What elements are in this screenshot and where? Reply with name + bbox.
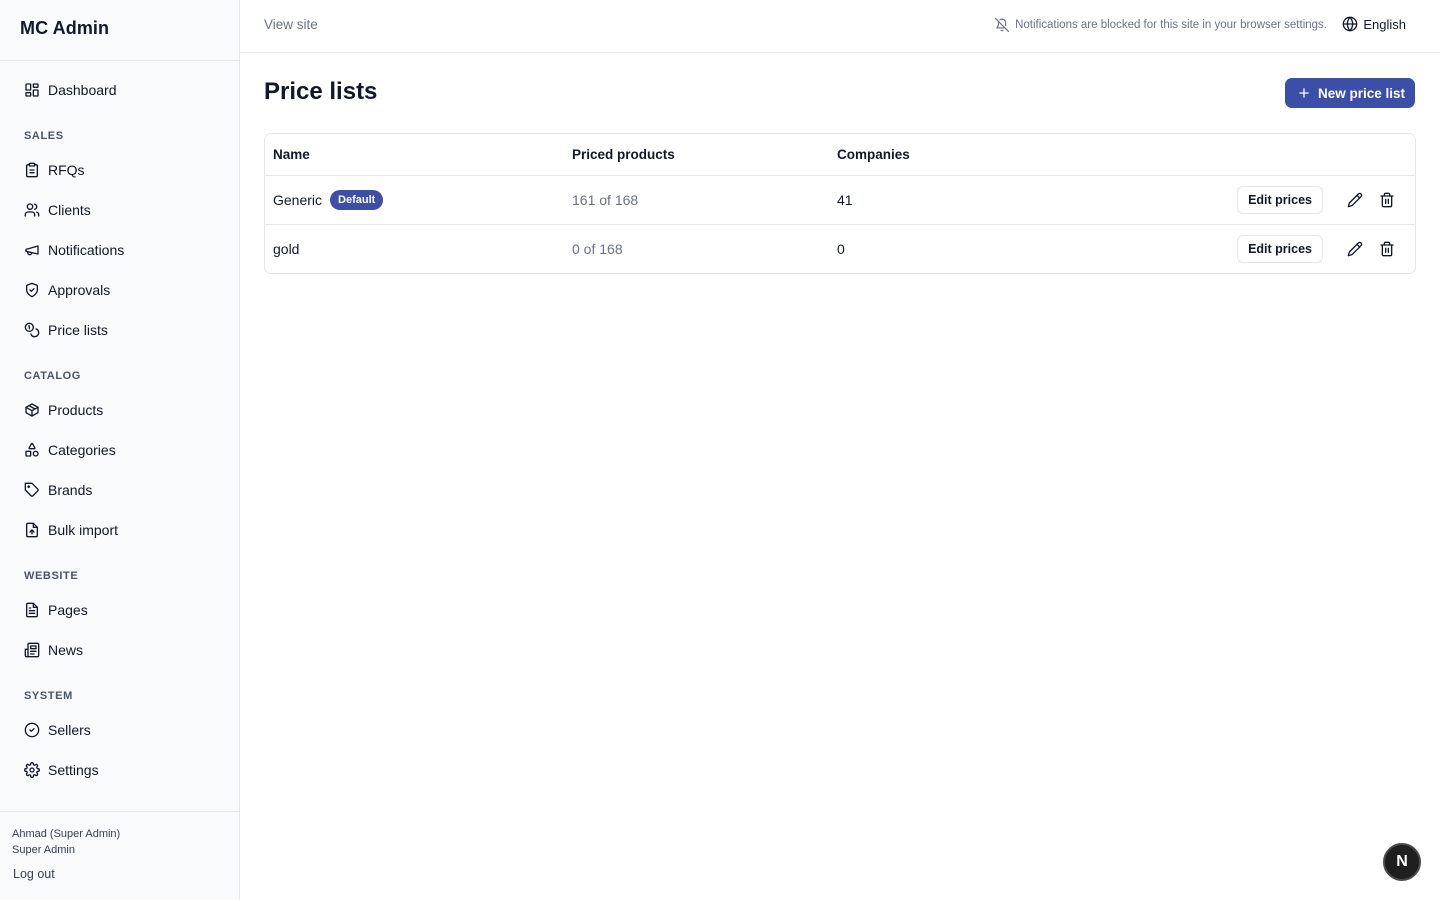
new-price-list-button[interactable]: New price list <box>1284 78 1415 108</box>
row-actions: Edit prices <box>1237 225 1399 273</box>
language-label: English <box>1363 16 1406 32</box>
new-price-list-label: New price list <box>1317 85 1405 101</box>
package-icon <box>24 402 40 418</box>
sidebar-item-settings[interactable]: Settings <box>12 754 227 786</box>
language-selector[interactable]: English <box>1342 16 1406 32</box>
shield-check-icon <box>24 282 40 298</box>
gear-icon <box>24 762 40 778</box>
sidebar-item-sellers[interactable]: Sellers <box>12 714 227 746</box>
sidebar-item-label: Notifications <box>48 242 125 258</box>
price-list-name-cell: Generic Default <box>273 176 384 224</box>
trash-icon[interactable] <box>1375 237 1399 261</box>
sidebar-item-rfqs[interactable]: RFQs <box>12 154 227 186</box>
logout-button[interactable]: Log out <box>12 867 55 881</box>
sidebar-item-clients[interactable]: Clients <box>12 194 227 226</box>
shapes-icon <box>24 442 40 458</box>
user-role: Super Admin <box>12 844 75 856</box>
sidebar-item-label: Price lists <box>48 322 108 338</box>
sidebar-item-label: News <box>48 642 84 658</box>
sidebar-item-label: RFQs <box>48 162 85 178</box>
notification-blocked-message: Notifications are blocked for this site … <box>995 18 1327 32</box>
default-badge: Default <box>330 190 384 210</box>
column-header-name: Name <box>273 147 310 162</box>
sidebar-item-label: Categories <box>48 442 116 458</box>
view-site-link[interactable]: View site <box>264 17 318 32</box>
section-label-system: SYSTEM <box>24 690 73 702</box>
priced-products-cell: 0 of 168 <box>572 241 623 257</box>
newspaper-icon <box>24 642 40 658</box>
sidebar-item-dashboard[interactable]: Dashboard <box>12 74 227 106</box>
column-header-companies: Companies <box>837 147 910 162</box>
sidebar-item-label: Approvals <box>48 282 111 298</box>
sidebar-item-notifications[interactable]: Notifications <box>12 234 227 266</box>
file-upload-icon <box>24 522 40 538</box>
section-label-sales: SALES <box>24 130 64 142</box>
section-label-catalog: CATALOG <box>24 370 81 382</box>
sidebar-item-bulk-import[interactable]: Bulk import <box>12 514 227 546</box>
table-row: gold 0 of 168 0 Edit prices <box>265 224 1415 273</box>
price-list-name: gold <box>273 241 300 257</box>
sidebar-item-price-lists[interactable]: Price lists <box>12 314 227 346</box>
sidebar-item-approvals[interactable]: Approvals <box>12 274 227 306</box>
page-title: Price lists <box>264 78 378 105</box>
sidebar-item-label: Clients <box>48 202 91 218</box>
edit-prices-button[interactable]: Edit prices <box>1237 186 1323 214</box>
row-actions: Edit prices <box>1237 176 1399 224</box>
sidebar-item-label: Bulk import <box>48 522 119 538</box>
sidebar: MC Admin Dashboard SALES RFQs Clients No… <box>0 0 240 900</box>
file-text-icon <box>24 602 40 618</box>
topbar: View site Notifications are blocked for … <box>240 0 1440 53</box>
companies-cell: 0 <box>837 241 845 257</box>
pencil-icon[interactable] <box>1343 237 1367 261</box>
price-list-name-cell: gold <box>273 225 299 273</box>
table-row: Generic Default 161 of 168 41 Edit price… <box>265 175 1415 224</box>
pencil-icon[interactable] <box>1343 188 1367 212</box>
sidebar-item-pages[interactable]: Pages <box>12 594 227 626</box>
price-lists-table: Name Priced products Companies Generic D… <box>264 133 1416 274</box>
nextjs-dev-indicator-button[interactable]: N <box>1383 843 1421 881</box>
bell-off-icon <box>995 18 1010 32</box>
price-list-name: Generic <box>273 192 323 208</box>
badge-check-icon <box>24 722 40 738</box>
trash-icon[interactable] <box>1375 188 1399 212</box>
sidebar-item-news[interactable]: News <box>12 634 227 666</box>
globe-icon <box>1343 16 1358 32</box>
column-header-priced-products: Priced products <box>572 147 675 162</box>
users-icon <box>24 202 40 218</box>
sidebar-item-label: Products <box>48 402 104 418</box>
sidebar-item-products[interactable]: Products <box>12 394 227 426</box>
user-name: Ahmad (Super Admin) <box>12 828 121 840</box>
section-label-website: WEBSITE <box>24 570 79 582</box>
sidebar-item-label: Brands <box>48 482 93 498</box>
dashboard-icon <box>24 82 40 98</box>
sidebar-item-label: Sellers <box>48 722 91 738</box>
priced-products-cell: 161 of 168 <box>572 192 639 208</box>
table-header: Name Priced products Companies <box>265 134 1415 175</box>
plus-icon <box>1299 88 1309 98</box>
companies-cell: 41 <box>837 192 853 208</box>
sidebar-item-label: Dashboard <box>48 82 117 98</box>
tag-icon <box>24 482 40 498</box>
sidebar-footer: Ahmad (Super Admin) Super Admin Log out <box>0 811 239 900</box>
clipboard-icon <box>24 162 40 178</box>
megaphone-icon <box>24 242 40 258</box>
brand-title: MC Admin <box>0 0 239 61</box>
edit-prices-button[interactable]: Edit prices <box>1237 235 1323 263</box>
coins-icon <box>24 322 40 338</box>
sidebar-item-label: Settings <box>48 762 99 778</box>
sidebar-item-label: Pages <box>48 602 88 618</box>
notification-message-text: Notifications are blocked for this site … <box>1015 19 1327 31</box>
sidebar-item-categories[interactable]: Categories <box>12 434 227 466</box>
sidebar-item-brands[interactable]: Brands <box>12 474 227 506</box>
